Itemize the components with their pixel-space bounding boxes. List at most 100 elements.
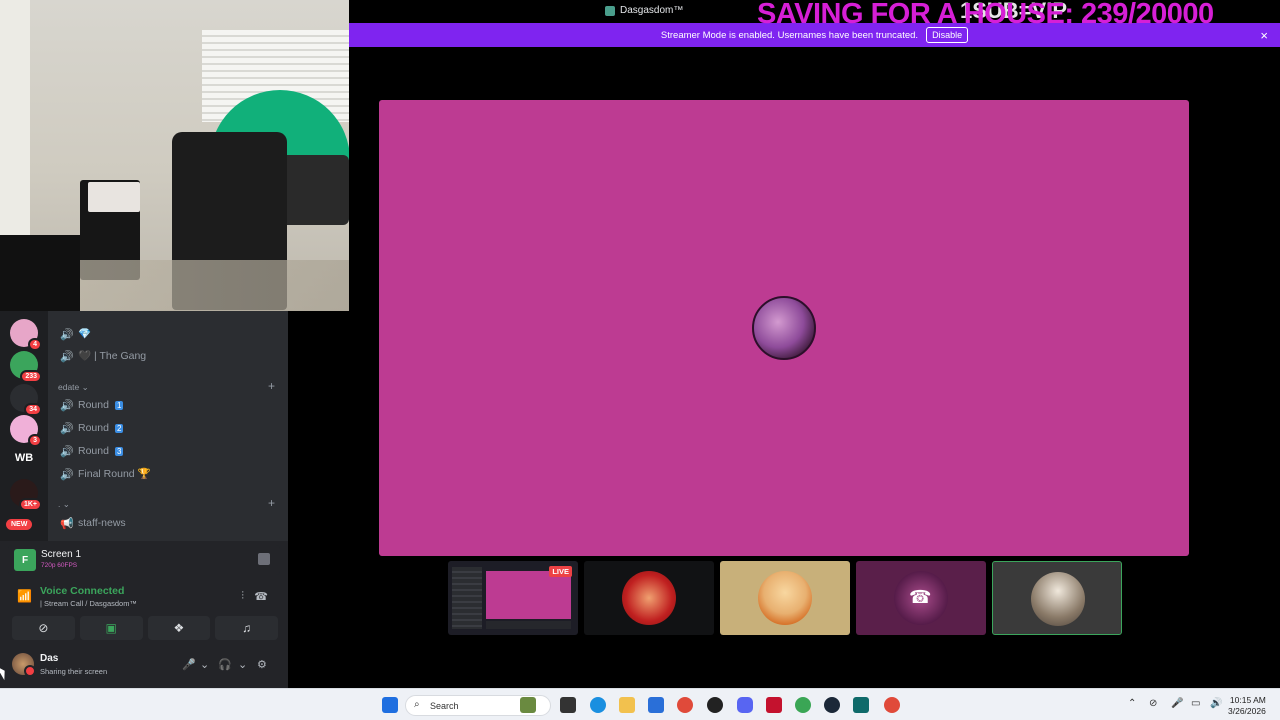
search-icon: ⌕ (414, 699, 420, 710)
speaker-icon: 🔊 (60, 423, 74, 435)
screen-share-button[interactable]: ▣ (79, 616, 143, 640)
notice-message: Streamer Mode is enabled. Usernames have… (660, 29, 919, 41)
channel-name: Final Round 🏆 (78, 468, 151, 480)
microphone-icon[interactable]: 🎤 (1171, 698, 1183, 709)
close-icon[interactable]: × (1260, 28, 1268, 43)
category-header[interactable]: edate ⌄ (58, 382, 89, 393)
activities-button[interactable]: ❖ (147, 616, 211, 640)
headphones-icon[interactable]: 🎧 (218, 658, 232, 671)
stream-quality: 720p 60FPS (41, 562, 78, 569)
server-icon[interactable]: 1K+ (10, 479, 42, 511)
avatar (622, 571, 676, 625)
participant-tile[interactable] (992, 561, 1122, 635)
acrobat-icon[interactable] (766, 697, 782, 713)
channel-number: 3 (114, 446, 124, 456)
disconnect-icon[interactable]: ☎ (254, 590, 268, 603)
server-icon[interactable]: 3 (10, 415, 42, 447)
participant-tile[interactable] (584, 561, 714, 635)
voice-channel[interactable]: 🔊 Final Round 🏆 (60, 467, 151, 481)
steam-icon[interactable] (824, 697, 840, 713)
chevron-down-icon[interactable]: ⌄ (238, 658, 247, 671)
live-badge: LIVE (549, 566, 572, 577)
channel-name: Round (78, 445, 109, 457)
voice-channel[interactable]: 🔊 Round 2 (60, 422, 124, 435)
add-channel-icon[interactable]: + (268, 496, 275, 510)
participant-tile[interactable]: ☎ (856, 561, 986, 635)
participant-tile[interactable] (720, 561, 850, 635)
discord-icon[interactable] (737, 697, 753, 713)
volume-icon[interactable]: 🔊 (1210, 698, 1222, 709)
channel-name: staff-news (78, 517, 126, 529)
voice-channel[interactable]: 🔊 💎 (60, 327, 92, 341)
widgets-icon[interactable] (520, 697, 536, 713)
participant-strip: LIVE ☎ (448, 561, 1122, 635)
mention-badge: 1K+ (18, 498, 42, 511)
server-icon[interactable]: 233 (10, 351, 42, 383)
speaker-icon: 🔊 (60, 400, 74, 412)
thumbnail-controls (486, 621, 571, 629)
chevron-up-icon[interactable]: ⌃ (1128, 698, 1136, 709)
avatar (758, 571, 812, 625)
announcement-channel[interactable]: 📢 staff-news (60, 517, 126, 530)
add-channel-icon[interactable]: + (268, 379, 275, 393)
start-icon[interactable] (382, 697, 398, 713)
webcam-overlay (0, 0, 349, 311)
chrome-profile-icon[interactable] (795, 697, 811, 713)
screen: Dasgasdom™ 1SUB=VIP SAVING FOR A HOUSE: … (0, 0, 1280, 720)
voice-actions: ⊘ ▣ ❖ ♫ (12, 616, 278, 640)
clock[interactable]: 10:15 AM 3/26/2026 (1228, 695, 1266, 717)
edge-icon[interactable] (590, 697, 606, 713)
channel-list: 🔊 💎 🔊 🖤 | The Gang edate ⌄ + 🔊 Round 1 🔊… (48, 311, 288, 541)
stop-stream-icon[interactable] (258, 553, 270, 565)
camera-off-button[interactable]: ⊘ (12, 616, 75, 640)
voice-connection: 📶 Voice Connected | Stream Call / Dasgas… (8, 581, 280, 615)
gear-icon[interactable]: ⚙ (257, 658, 267, 671)
speaker-icon: 🔊 (60, 446, 74, 458)
channel-name: Round (78, 422, 109, 434)
store-icon[interactable] (648, 697, 664, 713)
chrome-alt-icon[interactable] (884, 697, 900, 713)
category-header[interactable]: . ⌄ (58, 499, 70, 510)
server-list: 4 233 34 3 WB 1K+ NEW (0, 311, 48, 541)
screen-share-thumbnail[interactable]: LIVE (448, 561, 578, 635)
avatar[interactable] (12, 653, 36, 677)
taskbar: ⌕ Search ⌃ ⊘ 🎤 ▭ 🔊 10:15 AM 3/26/2026 (0, 688, 1280, 720)
chevron-down-icon[interactable]: ⌄ (200, 658, 209, 671)
thumbnail-sidebar (452, 567, 482, 629)
mention-badge: 233 (20, 370, 42, 383)
obs-icon[interactable] (707, 697, 723, 713)
username[interactable]: Das (40, 653, 58, 664)
channel-name: 💎 (78, 328, 92, 340)
monitor-icon[interactable]: ▭ (1191, 698, 1200, 709)
voice-channel-info[interactable]: | Stream Call / Dasgasdom™ (40, 599, 137, 608)
server-icon[interactable]: 34 (10, 384, 42, 416)
microphone-icon[interactable]: 🎤 (182, 658, 196, 671)
main-stream-view[interactable] (379, 100, 1189, 556)
soundboard-button[interactable]: ♫ (215, 616, 278, 640)
voice-channel[interactable]: 🔊 🖤 | The Gang (60, 349, 146, 363)
file-explorer-icon[interactable] (619, 697, 635, 713)
voice-channel[interactable]: 🔊 Round 3 (60, 445, 124, 458)
noise-suppression-icon[interactable]: ⫶ (241, 590, 244, 603)
webcam-desk (0, 235, 80, 311)
task-view-icon[interactable] (560, 697, 576, 713)
sidebar: 4 233 34 3 WB 1K+ NEW 🔊 💎 🔊 🖤 | The Gang… (0, 311, 288, 688)
app-icon[interactable] (853, 697, 869, 713)
server-icon[interactable]: 4 (10, 319, 42, 351)
voice-status[interactable]: Voice Connected (40, 585, 124, 597)
speaker-icon: 🔊 (60, 468, 74, 481)
current-user: Das Sharing their screen 🎤 ⌄ 🎧 ⌄ ⚙ (8, 649, 280, 683)
chrome-icon[interactable] (677, 697, 693, 713)
signal-icon: 📶 (17, 589, 32, 603)
megaphone-icon: 📢 (60, 518, 74, 530)
speaker-icon: 🔊 (60, 350, 74, 363)
voice-channel[interactable]: 🔊 Round 1 (60, 399, 124, 412)
overlay-goal-text: SAVING FOR A HOUSE: 239/20000 (757, 0, 1214, 30)
channel-number: 2 (114, 423, 124, 433)
phone-icon: ☎ (909, 587, 932, 607)
network-off-icon[interactable]: ⊘ (1149, 698, 1157, 709)
stream-avatar (752, 296, 816, 360)
server-icon[interactable]: WB (10, 444, 38, 472)
window-title-text: Dasgasdom™ (620, 5, 684, 16)
search-placeholder: Search (430, 701, 459, 711)
